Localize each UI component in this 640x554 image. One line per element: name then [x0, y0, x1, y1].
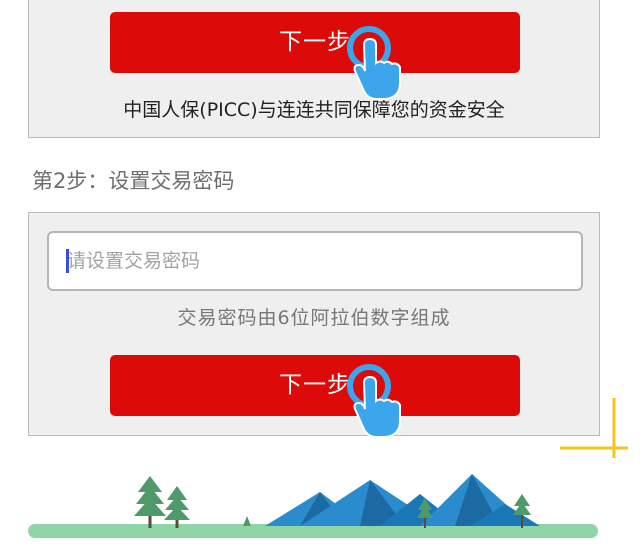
step1-next-button[interactable]: 下一步 [110, 12, 520, 73]
step1-panel: 下一步 中国人保(PICC)与连连共同保障您的资金安全 [28, 0, 600, 138]
insurance-note: 中国人保(PICC)与连连共同保障您的资金安全 [123, 99, 505, 121]
text-caret [66, 249, 69, 273]
step2-title: 第2步：设置交易密码 [32, 169, 235, 193]
tap-hand-icon [347, 26, 401, 100]
step2-panel: 交易密码由6位阿拉伯数字组成 下一步 [28, 212, 600, 436]
landscape-illustration [28, 474, 598, 538]
trade-password-input[interactable] [47, 231, 583, 291]
password-hint: 交易密码由6位阿拉伯数字组成 [177, 307, 451, 329]
tree-icon [134, 476, 166, 528]
tap-hand-icon [347, 364, 401, 438]
corner-decoration [560, 398, 628, 458]
step2-next-button[interactable]: 下一步 [110, 355, 520, 416]
tree-icon [164, 486, 190, 528]
